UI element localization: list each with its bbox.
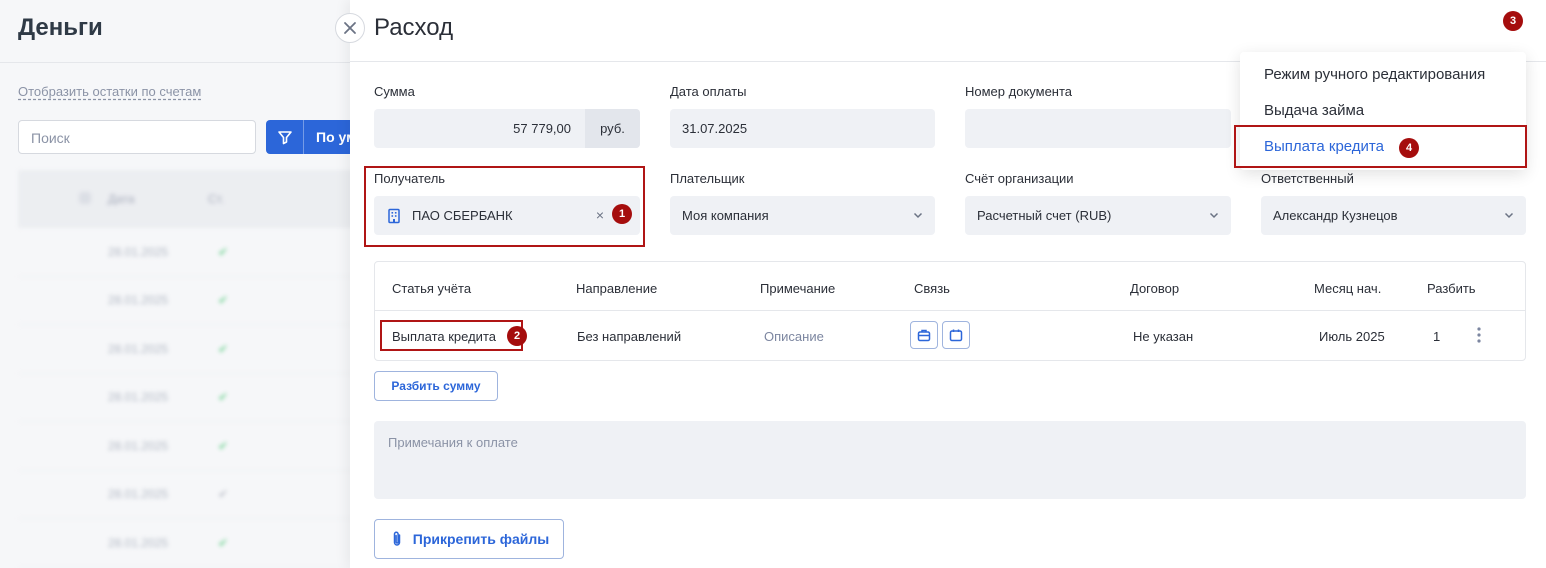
close-icon [344,22,356,34]
highlight-recipient [364,166,645,247]
doc-number-field[interactable] [965,109,1231,148]
amount-label: Сумма [374,84,415,99]
column-article: Статья учёта [392,281,472,296]
column-direction: Направление [576,281,658,296]
header-divider [0,62,360,63]
table-row: 28.01.2025 ✔ [18,519,360,568]
account-select[interactable]: Расчетный счет (RUB) [965,196,1231,235]
background-page: Деньги Отобразить остатки по счетам Поис… [0,0,366,568]
responsible-value: Александр Кузнецов [1273,208,1398,223]
balances-link[interactable]: Отобразить остатки по счетам [18,84,201,99]
search-input[interactable]: Поиск [18,120,256,154]
column-contract: Договор [1130,281,1180,296]
column-month: Месяц нач. [1314,281,1382,296]
column-article: Ст. [208,192,225,206]
payer-label: Плательщик [670,171,745,186]
filter-icon [266,120,304,154]
amount-field[interactable]: 57 779,00 руб. [374,109,640,148]
menu-item-loan-issue[interactable]: Выдача займа [1264,102,1364,119]
table-row: 28.01.2025 ✔ [18,228,360,277]
more-vertical-icon[interactable] [1475,326,1483,349]
table-row: 28.01.2025 ✔ [18,471,360,519]
page-title: Деньги [18,14,103,41]
link-deal-button[interactable] [910,321,938,349]
account-label: Счёт организации [965,171,1074,186]
amount-value: 57 779,00 [513,121,571,136]
column-split: Разбить [1427,281,1476,296]
payment-date-value: 31.07.2025 [682,121,748,136]
step-badge-2: 2 [507,326,527,346]
step-badge-4: 4 [1399,138,1419,158]
step-badge-1: 1 [612,204,632,224]
payment-date-field[interactable]: 31.07.2025 [670,109,935,148]
chevron-down-icon [1504,212,1514,219]
calendar-icon [949,329,963,342]
column-date: Дата [108,192,135,206]
table-row: 28.01.2025 ✔ [18,422,360,471]
checkbox-icon [18,191,108,208]
account-value: Расчетный счет (RUB) [977,208,1112,223]
payer-value: Моя компания [682,208,769,223]
highlight-menu-item [1234,125,1527,168]
step-badge-3: 3 [1503,11,1523,31]
payment-date-label: Дата оплаты [670,84,747,99]
currency-label: руб. [585,109,640,148]
row-contract[interactable]: Не указан [1133,329,1193,344]
link-event-button[interactable] [942,321,970,349]
highlight-article [380,320,523,351]
briefcase-icon [917,329,931,342]
row-month[interactable]: Июль 2025 [1319,329,1385,344]
attach-files-label: Прикрепить файлы [412,531,550,547]
chevron-down-icon [1209,212,1219,219]
table-row: 28.01.2025 ✔ [18,277,360,325]
row-direction[interactable]: Без направлений [577,329,681,344]
responsible-select[interactable]: Александр Кузнецов [1261,196,1526,235]
close-panel-button[interactable] [335,13,365,43]
split-amount-button[interactable]: Разбить сумму [374,371,498,401]
table-row: 28.01.2025 ✔ [18,374,360,422]
allocation-table: Статья учёта Направление Примечание Связ… [374,261,1526,361]
payer-select[interactable]: Моя компания [670,196,935,235]
responsible-label: Ответственный [1261,171,1354,186]
panel-title: Расход [374,14,454,41]
chevron-down-icon [913,212,923,219]
background-table: Дата Ст. 28.01.2025 ✔ 28.01.2025 ✔ 28.01.2… [18,170,360,568]
row-note[interactable]: Описание [764,329,824,344]
paperclip-icon [393,531,400,546]
table-row: 28.01.2025 ✔ [18,325,360,374]
background-table-header: Дата Ст. [18,170,360,228]
column-link: Связь [914,281,950,296]
row-split: 1 [1433,329,1441,344]
payment-notes-textarea[interactable]: Примечания к оплате [374,421,1526,499]
column-note: Примечание [760,281,836,296]
table-divider [375,310,1525,311]
filter-label: По ум [316,129,357,145]
doc-number-label: Номер документа [965,84,1073,99]
attach-files-button[interactable]: Прикрепить файлы [374,519,564,559]
menu-item-manual-edit[interactable]: Режим ручного редактирования [1264,66,1485,83]
